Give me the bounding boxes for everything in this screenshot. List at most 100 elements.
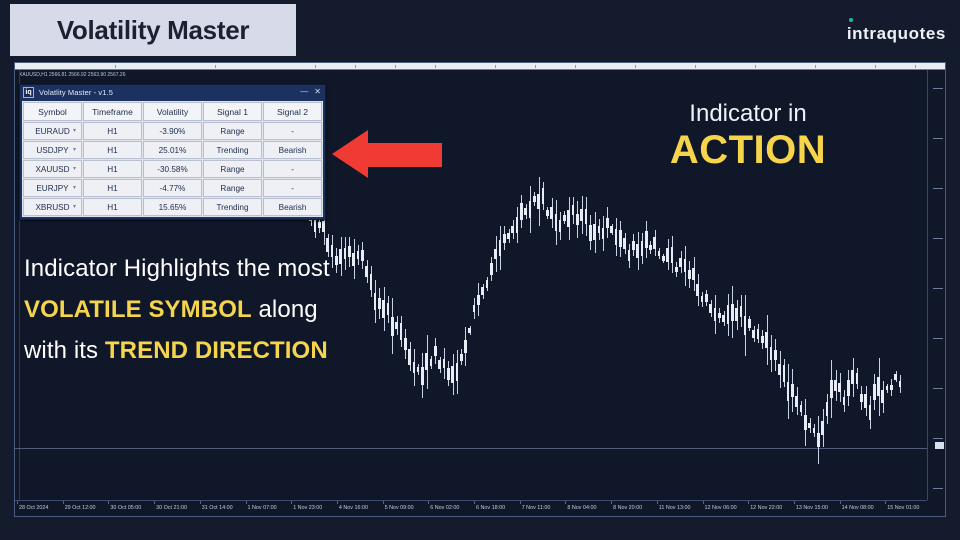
current-price-marker xyxy=(935,442,944,449)
time-label: 30 Oct 05:00 xyxy=(110,505,142,511)
timeframe-cell: H1 xyxy=(83,141,142,159)
candle xyxy=(735,308,738,322)
candle xyxy=(636,243,639,259)
candle xyxy=(851,370,855,385)
price-tick xyxy=(933,338,943,339)
candle xyxy=(644,231,648,248)
candle xyxy=(885,385,889,391)
candle xyxy=(791,383,794,397)
close-icon[interactable]: ✕ xyxy=(314,87,321,97)
brand-name: intraquotes xyxy=(846,24,946,43)
candle xyxy=(649,244,652,250)
time-tick xyxy=(793,501,795,504)
candle xyxy=(799,405,803,413)
candle xyxy=(429,358,433,367)
copy-line-3-highlight: TREND DIRECTION xyxy=(104,337,328,364)
candle xyxy=(877,377,880,397)
candle xyxy=(752,330,756,339)
symbol-dropdown[interactable]: USDJPY ▾ xyxy=(23,141,82,159)
panel-title-text: Volatlity Master - v1.5 xyxy=(39,88,113,97)
price-tick xyxy=(933,488,943,489)
candle xyxy=(657,251,661,257)
candle xyxy=(537,193,540,210)
candle xyxy=(601,227,605,239)
candle xyxy=(881,390,885,404)
copy-line-1: Indicator Highlights the most xyxy=(24,255,330,282)
candle xyxy=(477,294,480,305)
time-label: 28 Oct 2024 xyxy=(19,505,49,511)
candle xyxy=(859,394,863,402)
time-label: 11 Nov 13:00 xyxy=(658,505,691,511)
minimize-icon[interactable]: — xyxy=(300,87,308,97)
time-label: 6 Nov 18:00 xyxy=(476,505,506,511)
time-tick xyxy=(62,501,64,504)
page-title: Volatility Master xyxy=(10,4,296,56)
chevron-down-icon[interactable]: ▾ xyxy=(73,127,76,134)
signal-1-cell: Trending xyxy=(203,198,262,216)
candle xyxy=(455,362,459,381)
candle xyxy=(631,240,635,251)
table-row: XBRUSD ▾ H1 15.65% Trending Bearish xyxy=(23,198,322,216)
candle xyxy=(804,415,807,431)
candle xyxy=(619,230,622,248)
candle xyxy=(778,364,781,376)
signal-2-cell: - xyxy=(263,179,322,197)
candle xyxy=(782,364,786,382)
copy-line-3-lead: with its xyxy=(24,337,105,364)
symbol-dropdown[interactable]: XBRUSD ▾ xyxy=(23,198,82,216)
time-label: 15 Nov 01:00 xyxy=(887,505,920,511)
chart-toolbar[interactable] xyxy=(15,63,945,70)
time-axis[interactable]: 28 Oct 2024 29 Oct 12:00 30 Oct 05:00 30 Oc… xyxy=(15,500,927,516)
price-tick xyxy=(933,88,943,89)
panel-title-bar[interactable]: iq Volatlity Master - v1.5 — ✕ xyxy=(20,85,325,100)
candle xyxy=(563,214,566,221)
volatility-master-panel[interactable]: iq Volatlity Master - v1.5 — ✕ Symbol Ti… xyxy=(19,84,326,220)
candle xyxy=(864,393,867,408)
symbol-dropdown[interactable]: XAUUSD ▾ xyxy=(23,160,82,178)
candle xyxy=(786,382,790,401)
copy-line-2-rest: along xyxy=(251,296,318,323)
candle xyxy=(545,210,549,217)
candle xyxy=(567,209,571,228)
candle xyxy=(812,428,816,433)
time-label: 29 Oct 12:00 xyxy=(64,505,96,511)
candle xyxy=(442,359,446,369)
time-label: 30 Oct 21:00 xyxy=(156,505,187,511)
candle xyxy=(468,327,472,333)
col-symbol: Symbol xyxy=(23,102,82,121)
brand-accent-dot xyxy=(848,18,853,22)
chevron-down-icon[interactable]: ▾ xyxy=(73,146,76,153)
symbol-dropdown[interactable]: EURAUD ▾ xyxy=(23,122,82,140)
candle xyxy=(662,256,665,262)
time-tick xyxy=(611,501,613,504)
col-volatility: Volatility xyxy=(143,102,202,121)
candle xyxy=(683,259,687,273)
candle xyxy=(834,380,837,391)
symbol-label: XAUUSD xyxy=(35,164,70,174)
candle xyxy=(481,287,485,296)
time-tick xyxy=(519,501,521,504)
candle xyxy=(674,267,678,272)
copy-line-2-highlight: VOLATILE SYMBOL xyxy=(24,296,252,323)
symbol-dropdown[interactable]: EURJPY ▾ xyxy=(23,179,82,197)
candle xyxy=(528,201,532,218)
time-tick xyxy=(839,501,841,504)
time-label: 5 Nov 09:00 xyxy=(384,505,414,511)
time-tick xyxy=(748,501,750,504)
candle xyxy=(894,373,898,380)
chevron-down-icon[interactable]: ▾ xyxy=(73,184,76,191)
timeframe-cell: H1 xyxy=(83,160,142,178)
time-tick xyxy=(199,501,201,504)
candle xyxy=(593,223,596,241)
arrow-left-icon xyxy=(332,130,442,178)
candle xyxy=(868,404,872,420)
chevron-down-icon[interactable]: ▾ xyxy=(73,165,76,172)
candle xyxy=(709,304,713,313)
action-line-2: ACTION xyxy=(669,128,827,172)
timeframe-cell: H1 xyxy=(83,198,142,216)
chevron-down-icon[interactable]: ▾ xyxy=(73,203,76,210)
time-tick xyxy=(336,501,338,504)
candle xyxy=(890,384,893,391)
price-axis[interactable] xyxy=(927,70,945,500)
candle xyxy=(761,335,764,344)
